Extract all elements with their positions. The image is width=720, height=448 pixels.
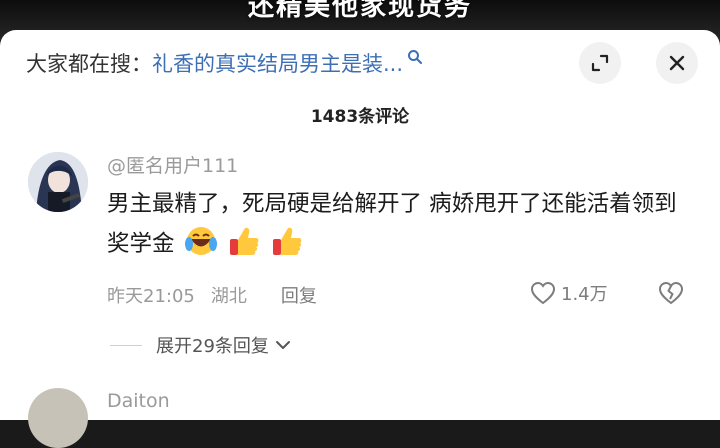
heart-icon [530, 281, 556, 305]
close-button[interactable] [656, 42, 698, 84]
expand-icon [591, 54, 609, 72]
comments-panel: 大家都在搜： 礼香的真实结局男主是装... 1483条评论 @匿名用户111 男… [0, 30, 720, 448]
comment-meta: 昨天21:05 湖北 回复 [107, 282, 317, 308]
thumbs-up-icon [229, 227, 259, 255]
close-icon [669, 55, 685, 71]
comment-count: 1483条评论 [310, 107, 410, 127]
fullscreen-button[interactable] [579, 42, 621, 84]
avatar[interactable] [28, 152, 88, 212]
search-icon[interactable] [407, 49, 423, 65]
anime-avatar-image [28, 152, 88, 212]
like-count: 1.4万 [561, 284, 608, 305]
chevron-down-icon [275, 341, 290, 349]
expand-replies-label: 展开29条回复 [156, 336, 269, 357]
laugh-crying-emoji-icon [184, 227, 217, 255]
next-comment-username[interactable]: Daiton [107, 390, 170, 412]
video-caption: 还精美他家现货务 [247, 0, 472, 22]
thumbs-up-icon [272, 227, 302, 255]
comment-username[interactable]: @匿名用户111 [107, 151, 238, 178]
broken-heart-icon [658, 281, 684, 305]
next-comment-avatar[interactable] [28, 388, 88, 448]
comment-body: 男主最精了，死局硬是给解开了 病娇甩开了还能活着领到奖学金 [107, 184, 697, 264]
comment-location: 湖北 [210, 286, 247, 307]
expand-replies-button[interactable]: 展开29条回复 [110, 332, 293, 358]
like-button[interactable]: 1.4万 [530, 280, 608, 306]
comment-time: 昨天21:05 [107, 286, 195, 307]
reply-button[interactable]: 回复 [281, 282, 317, 308]
dislike-button[interactable] [657, 280, 685, 310]
search-query-link[interactable]: 礼香的真实结局男主是装... [152, 48, 403, 78]
search-prefix-label: 大家都在搜： [26, 52, 152, 76]
trending-search-bar[interactable]: 大家都在搜： 礼香的真实结局男主是装... [26, 46, 423, 80]
divider [110, 344, 142, 346]
